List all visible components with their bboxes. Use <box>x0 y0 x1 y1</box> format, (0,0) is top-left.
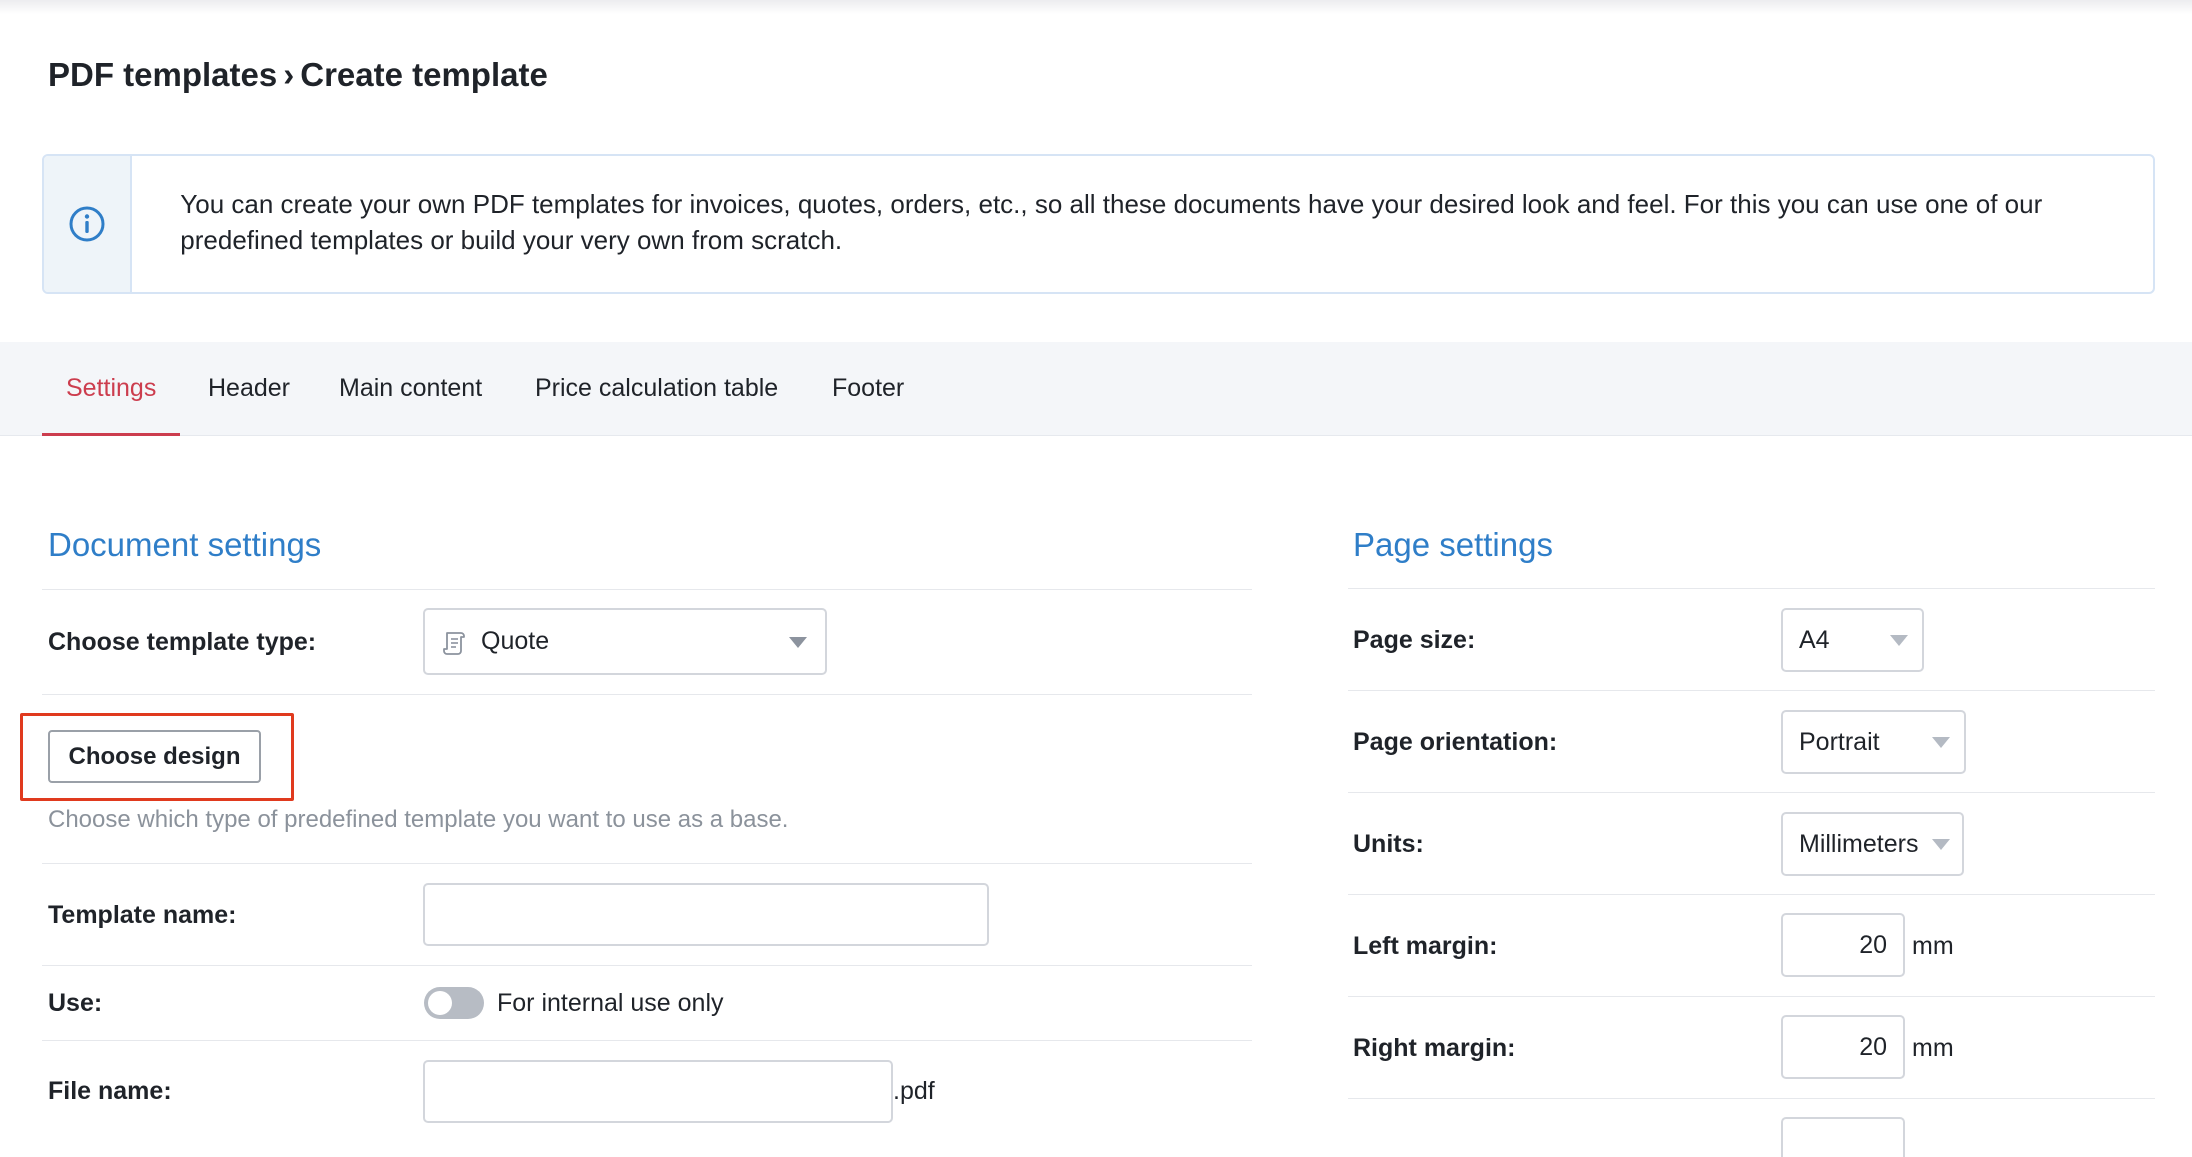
choose-design-hint: Choose which type of predefined template… <box>48 806 789 833</box>
page-size-label: Page size: <box>1353 626 1476 654</box>
chevron-down-icon <box>789 636 807 648</box>
page-orientation-label: Page orientation: <box>1353 728 1558 756</box>
divider <box>42 589 1252 590</box>
units-value: Millimeters <box>1799 829 1919 858</box>
file-name-label: File name: <box>48 1077 172 1105</box>
internal-use-label: For internal use only <box>497 989 724 1017</box>
toggle-knob <box>428 991 452 1015</box>
right-margin-input[interactable] <box>1781 1015 1905 1079</box>
template-type-label: Choose template type: <box>48 628 317 656</box>
page-orientation-select[interactable]: Portrait <box>1781 710 1966 774</box>
choose-design-button[interactable]: Choose design <box>48 730 261 783</box>
template-name-label: Template name: <box>48 901 237 929</box>
page-settings-title: Page settings <box>1353 526 1553 563</box>
divider <box>42 694 1252 695</box>
breadcrumb-current: Create template <box>300 56 548 93</box>
info-banner: You can create your own PDF templates fo… <box>42 154 2155 294</box>
chevron-down-icon <box>1932 839 1950 850</box>
page-size-value: A4 <box>1799 625 1830 654</box>
document-settings-title: Document settings <box>48 526 322 563</box>
document-scroll-icon <box>443 631 465 655</box>
page-title: PDF templates › Create template <box>48 56 548 94</box>
divider <box>1348 588 2155 589</box>
divider <box>1348 894 2155 895</box>
template-name-input[interactable] <box>423 883 989 946</box>
divider <box>42 1040 1252 1041</box>
divider <box>1348 690 2155 691</box>
tab-main-content[interactable]: Main content <box>315 342 506 436</box>
left-margin-input[interactable] <box>1781 913 1905 977</box>
tab-header[interactable]: Header <box>184 342 314 436</box>
info-circle-icon <box>69 206 105 242</box>
divider <box>1348 1098 2155 1099</box>
use-label: Use: <box>48 989 103 1017</box>
page-orientation-value: Portrait <box>1799 727 1880 756</box>
divider <box>42 863 1252 864</box>
left-margin-label: Left margin: <box>1353 932 1498 960</box>
chevron-down-icon <box>1890 635 1908 646</box>
right-margin-label: Right margin: <box>1353 1034 1516 1062</box>
template-type-select[interactable]: Quote <box>423 608 827 675</box>
divider <box>42 965 1252 966</box>
info-text: You can create your own PDF templates fo… <box>180 189 2043 255</box>
tab-settings[interactable]: Settings <box>42 342 181 436</box>
right-margin-unit: mm <box>1912 1034 1954 1062</box>
page-size-select[interactable]: A4 <box>1781 608 1924 672</box>
next-margin-input[interactable] <box>1781 1117 1905 1157</box>
internal-use-toggle[interactable] <box>424 987 484 1019</box>
units-label: Units: <box>1353 830 1424 858</box>
tab-footer[interactable]: Footer <box>808 342 928 436</box>
tab-price-calculation-table[interactable]: Price calculation table <box>511 342 802 436</box>
file-name-input[interactable] <box>423 1060 893 1123</box>
chevron-down-icon <box>1932 737 1950 748</box>
breadcrumb-parent[interactable]: PDF templates <box>48 56 277 93</box>
info-icon-cell <box>44 156 133 292</box>
divider <box>1348 996 2155 997</box>
breadcrumb-separator: › <box>283 56 295 93</box>
template-type-value: Quote <box>481 627 550 655</box>
top-shadow <box>0 0 2192 14</box>
left-margin-unit: mm <box>1912 932 1954 960</box>
tab-bar: Settings Header Main content Price calcu… <box>0 342 2192 436</box>
units-select[interactable]: Millimeters <box>1781 812 1964 876</box>
divider <box>1348 792 2155 793</box>
file-extension: .pdf <box>893 1077 935 1105</box>
